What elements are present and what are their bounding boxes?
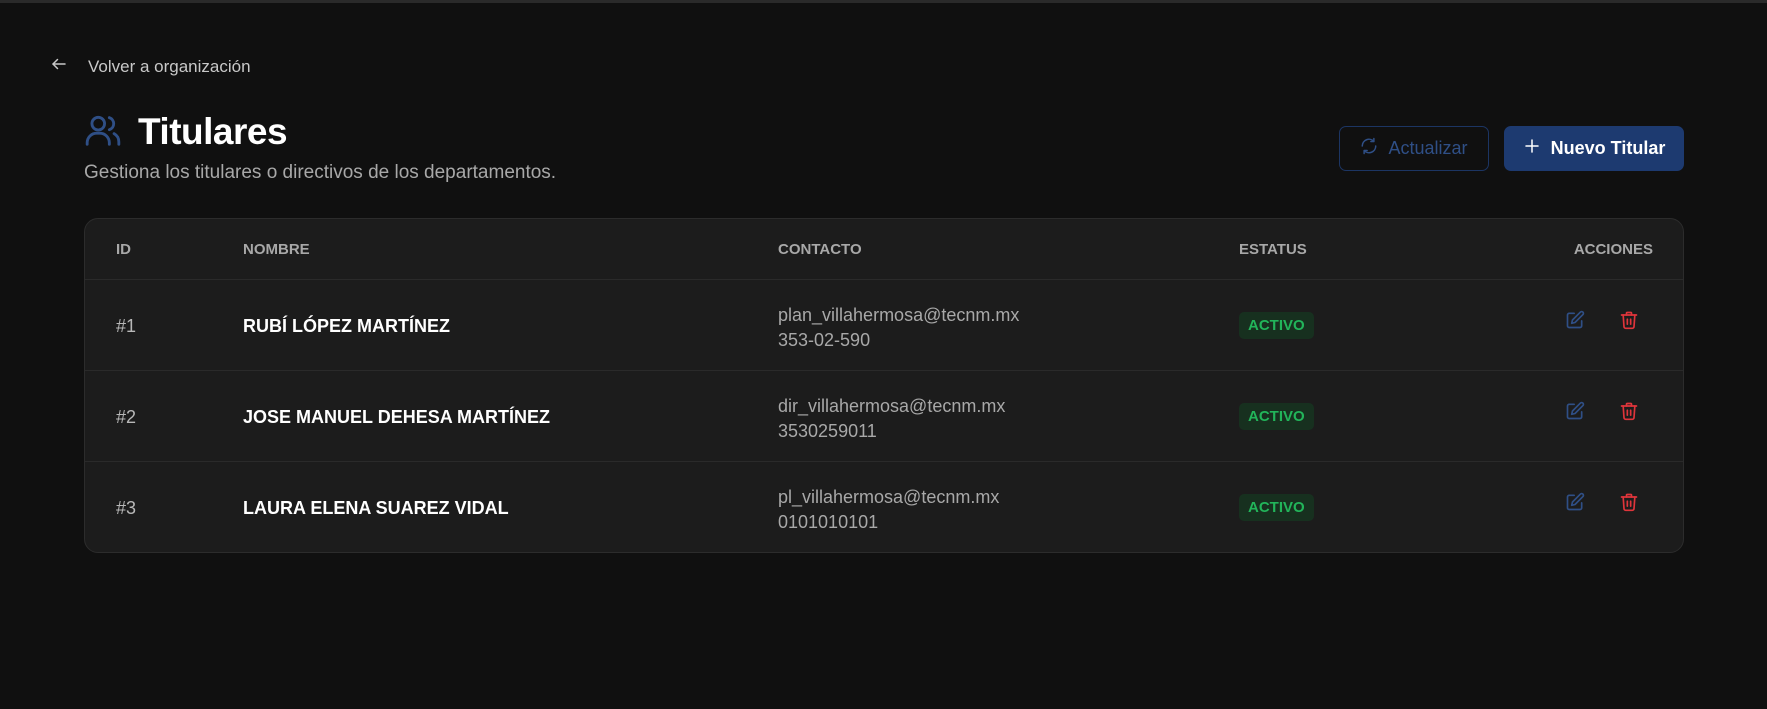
row-name: LAURA ELENA SUAREZ VIDAL [243, 498, 509, 518]
status-badge: ACTIVO [1239, 312, 1314, 339]
trash-icon[interactable] [1619, 310, 1639, 335]
row-actions [1565, 401, 1639, 426]
column-header-contact: CONTACTO [778, 241, 862, 258]
row-status: ACTIVO [1239, 494, 1314, 521]
titulares-table: ID NOMBRE CONTACTO ESTATUS ACCIONES #1 R… [84, 218, 1684, 553]
refresh-button[interactable]: Actualizar [1339, 126, 1489, 171]
back-to-organization-link[interactable]: Volver a organización [50, 55, 251, 78]
column-header-name: NOMBRE [243, 241, 310, 258]
row-status: ACTIVO [1239, 312, 1314, 339]
column-header-status: ESTATUS [1239, 241, 1307, 258]
status-badge: ACTIVO [1239, 494, 1314, 521]
table-row: #1 RUBÍ LÓPEZ MARTÍNEZ plan_villahermosa… [85, 280, 1683, 371]
status-badge: ACTIVO [1239, 403, 1314, 430]
back-link-label: Volver a organización [88, 56, 251, 76]
edit-icon[interactable] [1565, 492, 1585, 517]
row-phone: 0101010101 [778, 512, 879, 532]
edit-icon[interactable] [1565, 401, 1585, 426]
row-actions [1565, 492, 1639, 517]
row-email: pl_villahermosa@tecnm.mx [778, 487, 1000, 507]
table-row: #2 JOSE MANUEL DEHESA MARTÍNEZ dir_villa… [85, 371, 1683, 462]
page-header: Titulares Gestiona los titulares o direc… [84, 110, 556, 184]
top-border [0, 0, 1767, 3]
edit-icon[interactable] [1565, 310, 1585, 335]
page-title: Titulares [138, 111, 288, 152]
refresh-button-label: Actualizar [1388, 138, 1468, 158]
row-status: ACTIVO [1239, 403, 1314, 430]
row-id: #2 [116, 407, 137, 427]
arrow-left-icon [50, 55, 68, 78]
row-contact: plan_villahermosa@tecnm.mx 353-02-590 [778, 303, 1019, 353]
trash-icon[interactable] [1619, 492, 1639, 517]
plus-icon [1523, 137, 1541, 160]
column-header-actions: ACCIONES [1573, 241, 1653, 258]
row-contact: pl_villahermosa@tecnm.mx 0101010101 [778, 485, 999, 535]
row-email: plan_villahermosa@tecnm.mx [778, 305, 1020, 325]
trash-icon[interactable] [1619, 401, 1639, 426]
refresh-icon [1360, 137, 1378, 160]
users-icon [84, 111, 122, 154]
row-id: #1 [116, 316, 137, 336]
row-actions [1565, 310, 1639, 335]
new-titular-button-label: Nuevo Titular [1550, 138, 1666, 158]
row-id: #3 [116, 498, 137, 518]
new-titular-button[interactable]: Nuevo Titular [1504, 126, 1684, 171]
table-row: #3 LAURA ELENA SUAREZ VIDAL pl_villaherm… [85, 462, 1683, 552]
row-name: JOSE MANUEL DEHESA MARTÍNEZ [243, 407, 551, 427]
column-header-id: ID [116, 241, 131, 258]
page-subtitle: Gestiona los titulares o directivos de l… [84, 162, 557, 183]
row-email: dir_villahermosa@tecnm.mx [778, 396, 1006, 416]
row-contact: dir_villahermosa@tecnm.mx 3530259011 [778, 394, 1005, 444]
row-phone: 353-02-590 [778, 330, 871, 350]
table-header: ID NOMBRE CONTACTO ESTATUS ACCIONES [85, 219, 1683, 280]
row-phone: 3530259011 [778, 421, 877, 441]
row-name: RUBÍ LÓPEZ MARTÍNEZ [243, 316, 450, 336]
